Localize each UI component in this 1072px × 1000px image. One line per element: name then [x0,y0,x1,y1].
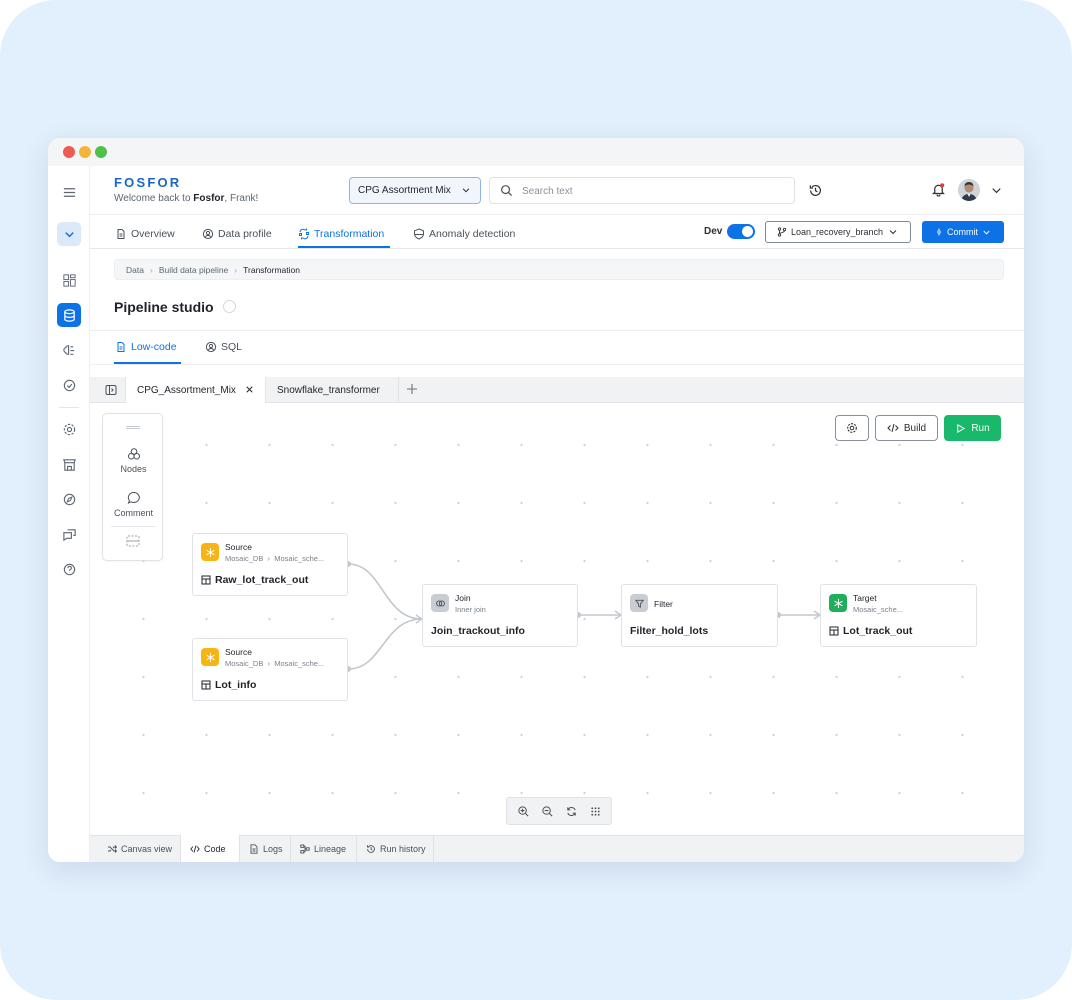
nodes-tool[interactable]: Nodes [103,447,164,474]
pipeline-node-source-lot[interactable]: Source Mosaic_DB › Mosaic_sche... Lot_in… [192,638,348,701]
refresh-icon[interactable] [565,805,578,818]
play-icon [957,423,966,433]
node-type: Target [853,593,877,603]
run-button[interactable]: Run [944,415,1001,441]
tab-code-label: Code [204,843,226,854]
filter-badge [630,594,648,612]
pipeline-connectors [345,561,822,672]
target-badge [829,594,847,612]
tab-logs-label: Logs [263,843,283,854]
tab-canvas-view[interactable]: Canvas view [98,835,181,862]
zoom-out-icon[interactable] [541,805,554,818]
node-name-label: Join_trackout_info [431,625,525,637]
node-type: Join [455,593,471,603]
node-type: Source [225,647,252,657]
node-subtitle: Mosaic_sche... [853,605,904,614]
node-name-label: Raw_lot_track_out [215,574,309,586]
pipeline-node-filter[interactable]: Filter Filter_hold_lots [621,584,778,647]
pipeline-node-source-raw[interactable]: Source Mosaic_DB › Mosaic_sche... Raw_lo… [192,533,348,596]
tab-run-history[interactable]: Run history [357,835,434,862]
node-name-label: Filter_hold_lots [630,625,709,637]
table-icon [829,626,839,636]
history-icon [367,844,375,853]
nodes-tool-label: Nodes [120,464,147,474]
tab-lineage-label: Lineage [314,843,347,854]
source-badge [201,543,219,561]
code-icon [887,423,899,433]
node-name: Filter_hold_lots [630,625,708,637]
node-name: Raw_lot_track_out [201,574,308,586]
run-label: Run [971,422,990,434]
table-icon [201,575,211,585]
node-subtitle: Inner join [455,605,486,614]
node-name-label: Lot_track_out [843,625,913,637]
nodes-icon [127,448,140,460]
pipeline-node-target[interactable]: Target Mosaic_sche... Lot_track_out [820,584,977,647]
zoom-in-icon[interactable] [517,805,530,818]
node-schema: Mosaic_sche... [274,659,325,668]
tab-canvas-view-label: Canvas view [121,843,173,854]
toolbox-divider [111,526,156,527]
drag-handle-icon[interactable] [126,426,140,429]
node-db: Mosaic_DB [225,554,264,563]
node-name-label: Lot_info [215,679,257,691]
comment-tool[interactable]: Comment [103,491,164,518]
snowflake-icon [833,598,843,608]
node-subtitle: Mosaic_DB › Mosaic_sche... [225,554,325,563]
node-schema: Mosaic_sche... [274,554,325,563]
node-subtitle: Mosaic_DB › Mosaic_sche... [225,659,325,668]
snowflake-icon [205,652,215,662]
join-badge [431,594,449,612]
node-name: Lot_info [201,679,256,691]
app-window: FOSFOR Welcome back to Fosfor, Frank! CP… [48,138,1024,862]
shuffle-icon [108,844,117,853]
group-icon[interactable] [126,535,140,547]
join-icon [435,599,445,607]
build-button[interactable]: Build [875,415,938,441]
tab-lineage[interactable]: Lineage [291,835,357,862]
grid-icon[interactable] [589,805,602,818]
node-type: Filter [654,599,673,609]
comment-icon [127,491,140,504]
build-label: Build [903,422,927,434]
table-icon [201,680,211,690]
pipeline-node-join[interactable]: Join Inner join Join_trackout_info [422,584,578,647]
tab-logs[interactable]: Logs [240,835,291,862]
snowflake-icon [205,547,215,557]
node-db: Mosaic_DB [225,659,264,668]
node-type: Source [225,542,252,552]
zoom-controls [506,797,612,825]
comment-tool-label: Comment [113,508,153,518]
node-name: Lot_track_out [829,625,912,637]
log-icon [250,843,258,854]
node-toolbox: Nodes Comment [102,413,163,561]
tab-run-history-label: Run history [380,843,426,854]
node-name: Join_trackout_info [431,625,525,637]
canvas-settings-button[interactable] [835,415,869,441]
filter-icon [634,599,644,608]
settings-icon [847,423,857,433]
tab-code[interactable]: Code [181,835,240,862]
code-icon [190,844,200,853]
lineage-icon [300,844,310,853]
backdrop: FOSFOR Welcome back to Fosfor, Frank! CP… [0,0,1072,1000]
source-badge [201,648,219,666]
